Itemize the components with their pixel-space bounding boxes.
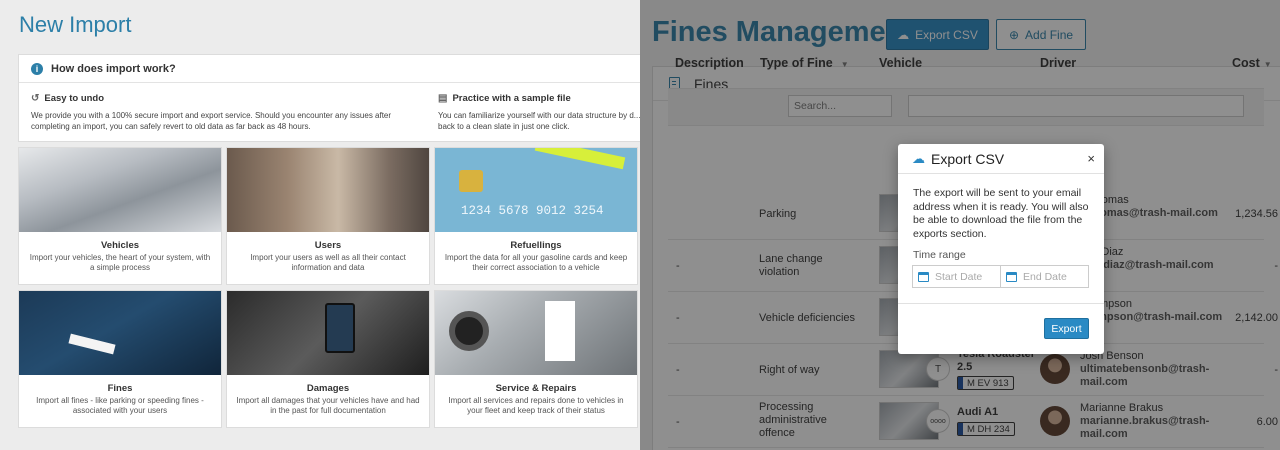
import-card-fines[interactable]: Fines Import all fines - like parking or … — [18, 290, 222, 428]
damages-image — [227, 291, 429, 375]
export-csv-button[interactable]: ☁ Export CSV — [886, 19, 989, 50]
table-row[interactable]: - Processing administrative offence oooo… — [668, 396, 1278, 448]
export-csv-dialog: ☁ Export CSV × The export will be sent t… — [898, 144, 1104, 354]
avatar — [1040, 354, 1070, 384]
col-description[interactable]: Description — [675, 56, 744, 70]
end-date-field[interactable]: End Date — [1000, 266, 1088, 287]
sample-title: Practice with a sample file — [452, 93, 571, 104]
audi-logo-icon: oooo — [926, 409, 950, 433]
col-type[interactable]: Type of Fine ▼ — [760, 56, 849, 70]
type-search-input[interactable] — [788, 95, 892, 117]
service-image — [435, 291, 637, 375]
time-range-picker: Start Date End Date — [912, 265, 1089, 288]
avatar — [1040, 406, 1070, 436]
how-import-works-box: i How does import work? ↺ Easy to undo We… — [18, 54, 640, 142]
col-vehicle[interactable]: Vehicle — [879, 56, 922, 70]
calendar-icon — [1006, 271, 1017, 282]
time-range-label: Time range — [913, 249, 966, 261]
fines-image — [19, 291, 221, 375]
import-panel: New Import i How does import work? ↺ Easy… — [0, 0, 640, 450]
refuellings-image: 1234 5678 9012 3254 — [435, 148, 637, 232]
page-title: New Import — [19, 12, 132, 37]
dialog-title: Export CSV — [931, 150, 1005, 167]
how-heading: How does import work? — [51, 62, 176, 75]
tesla-logo-icon: T — [926, 357, 950, 381]
cloud-upload-icon: ☁ — [912, 150, 925, 166]
add-fine-button[interactable]: ⊕ Add Fine — [996, 19, 1086, 50]
col-driver[interactable]: Driver — [1040, 56, 1076, 70]
sort-down-icon: ▼ — [1263, 60, 1272, 69]
vehicle-filter-input[interactable] — [908, 95, 1244, 117]
dialog-message: The export will be sent to your email ad… — [913, 187, 1089, 240]
import-card-vehicles[interactable]: Vehicles Import your vehicles, the heart … — [18, 147, 222, 285]
page-title: Fines Management — [652, 16, 914, 48]
undo-icon: ↺ — [31, 93, 40, 104]
license-plate: M EV 913 — [957, 376, 1014, 390]
license-plate: M DH 234 — [957, 422, 1015, 436]
sort-down-icon: ▼ — [840, 60, 849, 69]
import-card-damages[interactable]: Damages Import all damages that your vehi… — [226, 290, 430, 428]
import-card-refuellings[interactable]: 1234 5678 9012 3254 Refuellings Import th… — [434, 147, 638, 285]
cloud-upload-icon: ☁ — [897, 27, 910, 42]
file-icon: ▤ — [438, 93, 448, 104]
export-button[interactable]: Export — [1044, 318, 1089, 339]
sample-text: You can familiarize yourself with our da… — [438, 111, 640, 131]
calendar-icon — [918, 271, 929, 282]
info-icon: i — [31, 62, 43, 75]
undo-title: Easy to undo — [44, 93, 105, 104]
vehicle-model: Audi A1 — [957, 406, 999, 418]
import-card-users[interactable]: Users Import your users as well as all th… — [226, 147, 430, 285]
undo-text: We provide you with a 100% secure import… — [31, 111, 392, 131]
col-cost[interactable]: Cost ▼ — [1232, 56, 1272, 70]
divider — [898, 303, 1104, 304]
close-icon[interactable]: × — [1087, 151, 1095, 166]
card-number: 1234 5678 9012 3254 — [461, 204, 604, 218]
vehicles-image — [19, 148, 221, 232]
start-date-field[interactable]: Start Date — [913, 266, 1000, 287]
users-image — [227, 148, 429, 232]
filter-row — [668, 88, 1264, 126]
import-card-service-repairs[interactable]: Service & Repairs Import all services and… — [434, 290, 638, 428]
plus-circle-icon: ⊕ — [1008, 27, 1020, 42]
